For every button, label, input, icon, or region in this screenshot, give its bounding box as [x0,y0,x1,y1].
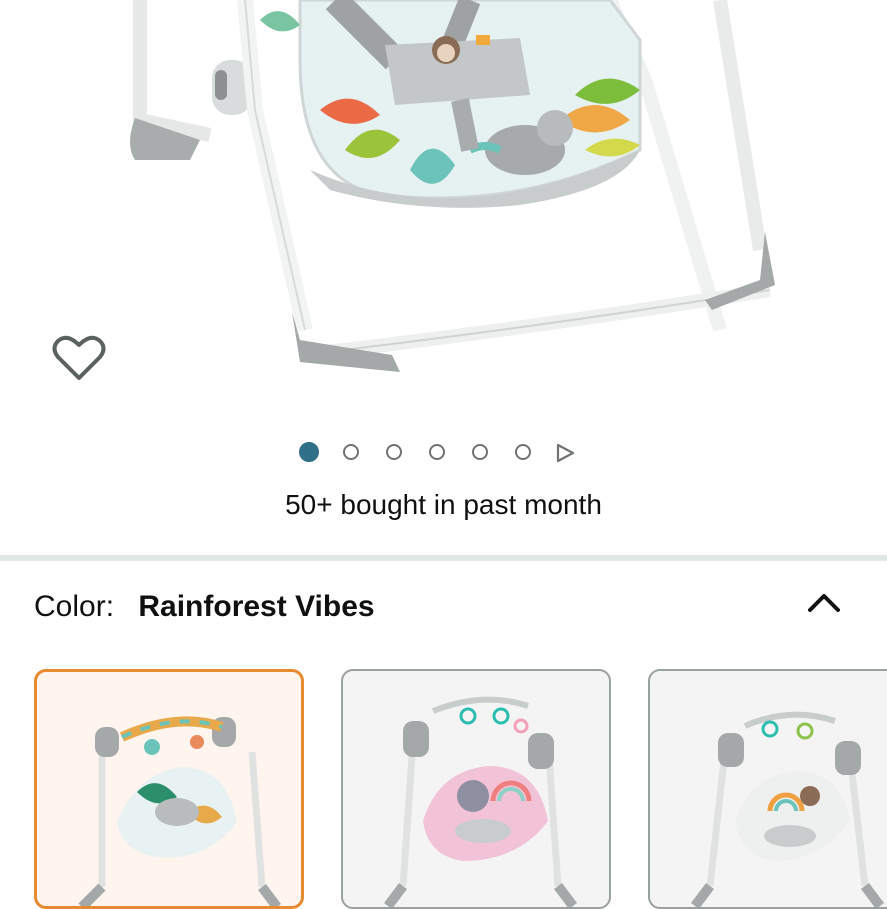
heart-outline-icon [52,335,106,380]
collapse-button[interactable] [802,584,846,620]
section-divider [0,555,887,561]
carousel-dot-5[interactable] [472,444,488,460]
carousel-dot-3[interactable] [386,444,402,460]
play-triangle-icon[interactable] [554,442,576,464]
carousel-dot-1[interactable] [299,442,319,462]
chevron-up-icon [808,594,840,612]
swatch-image-neutral [691,711,884,907]
carousel-dot-4[interactable] [429,444,445,460]
color-swatch-neutral[interactable] [648,669,887,909]
carousel-dot-2[interactable] [343,444,359,460]
image-carousel-indicator [0,440,887,466]
swatch-image-rainforest [78,716,281,906]
color-value: Rainforest Vibes [138,590,375,623]
swatch-image-pink [384,696,577,907]
baby-swing-illustration [130,0,775,372]
color-swatch-rainforest[interactable] [34,669,304,909]
product-image[interactable] [0,0,887,400]
bought-in-past-month: 50+ bought in past month [285,489,602,520]
carousel-dot-6[interactable] [515,444,531,460]
color-label: Color: [34,590,115,623]
color-selector-header[interactable]: Color: Rainforest Vibes [34,590,375,624]
color-swatch-pink[interactable] [341,669,611,909]
wishlist-button[interactable] [52,334,110,388]
